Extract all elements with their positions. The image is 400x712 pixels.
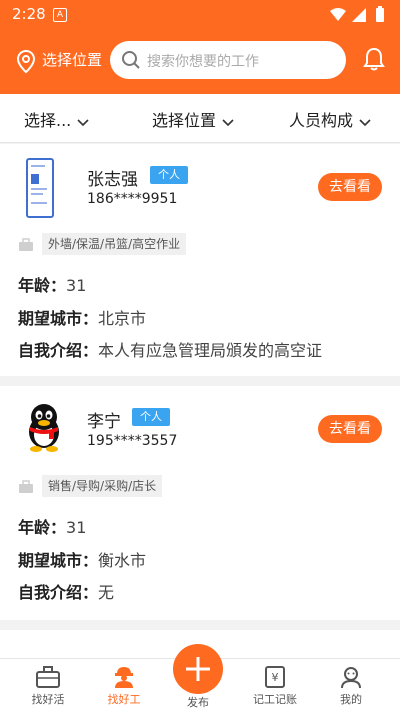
nav-find-job[interactable]: 找好活 <box>18 665 78 707</box>
status-icons <box>328 6 390 28</box>
worker-phone: 195****3557 <box>87 433 178 449</box>
intro-row: 自我介绍：无 <box>18 579 114 603</box>
briefcase-icon <box>18 237 34 256</box>
worker-card[interactable]: 李宁 个人 195****3557 去看看 销售/导购/采购/店长 年龄：31 … <box>0 386 400 620</box>
ledger-icon: ¥ <box>265 666 285 688</box>
wifi-icon <box>330 8 346 21</box>
publish-label: 发布 <box>187 696 209 709</box>
filter-bar: 选择... 选择位置 人员构成 <box>0 94 400 143</box>
status-time: 2:28 <box>12 5 46 23</box>
city-row: 期望城市：北京市 <box>18 305 146 329</box>
worker-name: 张志强 <box>87 170 138 190</box>
battery-icon <box>376 8 384 22</box>
skills-chip: 销售/导购/采购/店长 <box>42 475 163 497</box>
signal-icon <box>352 8 366 22</box>
age-value: 31 <box>66 518 87 537</box>
intro-row: 自我介绍：本人有应急管理局頒发的高空证 <box>18 337 322 361</box>
filter-category-label: 选择... <box>24 111 72 130</box>
filter-location-label: 选择位置 <box>152 111 217 130</box>
briefcase-icon <box>18 479 34 498</box>
age-label: 年龄： <box>18 276 67 295</box>
briefcase-icon <box>36 666 60 688</box>
status-bar: 2:28 A <box>0 0 400 30</box>
city-label: 期望城市： <box>18 309 99 328</box>
avatar <box>22 402 66 452</box>
notification-icon: A <box>53 8 67 22</box>
worker-phone: 186****9951 <box>87 191 178 207</box>
intro-label: 自我介绍： <box>18 583 99 602</box>
skills-chip: 外墙/保温/吊篮/高空作业 <box>42 233 187 255</box>
nav-profile[interactable]: 我的 <box>321 665 381 707</box>
svg-text:¥: ¥ <box>272 671 279 684</box>
age-value: 31 <box>66 276 87 295</box>
city-value: 衡水市 <box>98 551 147 570</box>
nav-find-worker-label: 找好工 <box>107 693 141 706</box>
age-row: 年龄：31 <box>18 272 86 296</box>
nav-accounting-label: 记工记账 <box>253 693 297 706</box>
filter-category[interactable]: 选择... <box>24 107 89 131</box>
profile-icon <box>341 667 361 689</box>
filter-composition[interactable]: 人员构成 <box>289 107 371 131</box>
age-label: 年龄： <box>18 518 67 537</box>
filter-composition-label: 人员构成 <box>289 111 354 130</box>
worker-name: 李宁 <box>87 412 121 432</box>
intro-value: 本人有应急管理局頒发的高空证 <box>98 341 323 360</box>
search-icon <box>121 50 141 74</box>
location-pin-icon[interactable] <box>16 49 36 78</box>
age-row: 年龄：31 <box>18 514 86 538</box>
personal-badge: 个人 <box>132 408 170 426</box>
filter-location[interactable]: 选择位置 <box>152 107 234 131</box>
search-placeholder: 搜索你想要的工作 <box>147 54 259 70</box>
personal-badge: 个人 <box>150 166 188 184</box>
worker-icon <box>115 667 133 688</box>
intro-label: 自我介绍： <box>18 341 99 360</box>
nav-profile-label: 我的 <box>340 693 362 706</box>
publish-button[interactable] <box>173 644 223 694</box>
city-label: 期望城市： <box>18 551 99 570</box>
intro-value: 无 <box>98 583 115 602</box>
worker-card[interactable]: 张志强 个人 186****9951 去看看 外墙/保温/吊篮/高空作业 年龄：… <box>0 144 400 376</box>
nav-find-worker[interactable]: 找好工 <box>94 665 154 707</box>
chevron-down-icon <box>222 112 234 131</box>
location-selector[interactable]: 选择位置 <box>42 49 102 70</box>
city-row: 期望城市：衡水市 <box>18 547 146 571</box>
avatar <box>26 158 54 218</box>
bell-icon[interactable] <box>362 46 386 76</box>
view-button[interactable]: 去看看 <box>318 173 382 201</box>
chevron-down-icon <box>77 112 89 131</box>
view-button[interactable]: 去看看 <box>318 415 382 443</box>
header: 选择位置 搜索你想要的工作 <box>0 30 400 94</box>
chevron-down-icon <box>359 112 371 131</box>
nav-find-job-label: 找好活 <box>31 693 65 706</box>
plus-icon <box>186 657 210 681</box>
search-input[interactable]: 搜索你想要的工作 <box>110 41 346 79</box>
nav-accounting[interactable]: ¥ 记工记账 <box>245 665 305 707</box>
city-value: 北京市 <box>98 309 147 328</box>
